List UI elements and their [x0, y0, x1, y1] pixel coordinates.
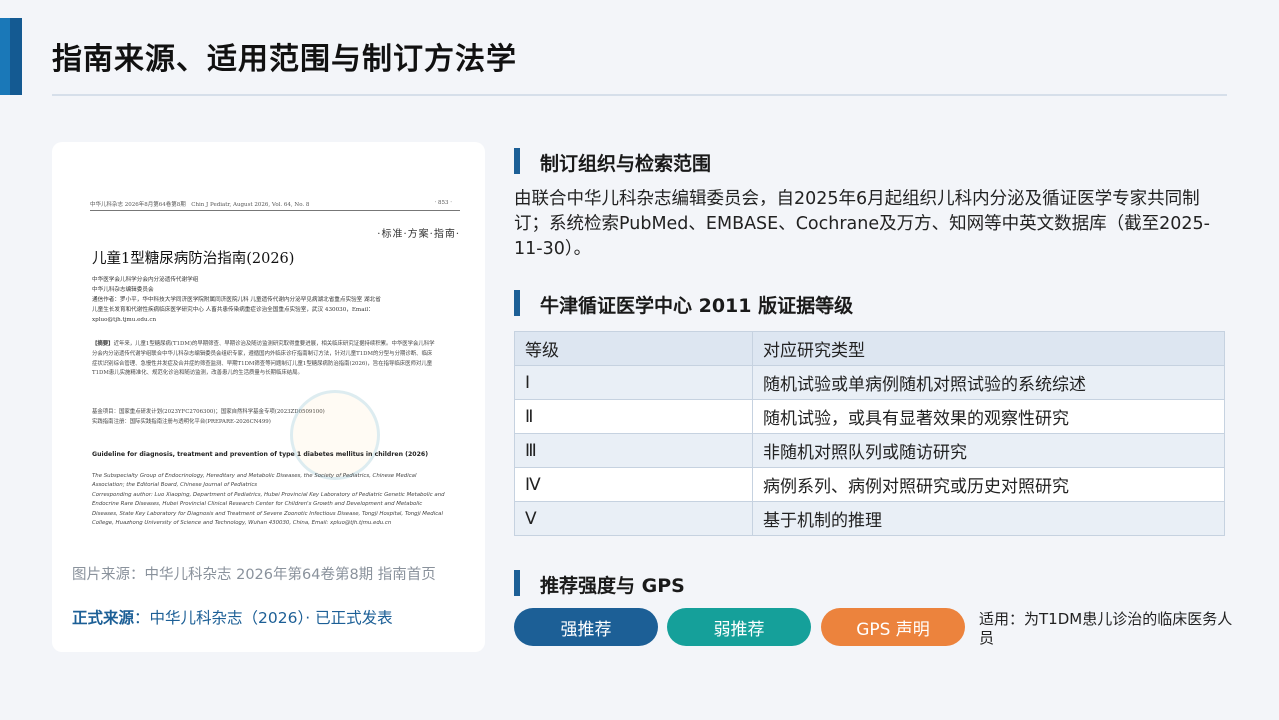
table-row: Ⅳ 病例系列、病例对照研究或历史对照研究: [514, 467, 1225, 502]
study-type-cell: 非随机对照队列或随访研究: [752, 433, 1225, 468]
strong-recommendation-pill: 强推荐: [514, 608, 658, 646]
table-row: Ⅲ 非随机对照队列或随访研究: [514, 433, 1225, 468]
applicable-users-text: 适用：为T1DM患儿诊治的临床医务人员: [979, 610, 1233, 647]
guideline-authors: 中华医学会儿科学分会内分泌遗传代谢学组 中华儿科杂志编辑委员会 通信作者：罗小平…: [92, 277, 381, 323]
section2-title: 牛津循证医学中心 2011 版证据等级: [540, 295, 854, 317]
journal-header-text: 中华儿科杂志 2026年8月第64卷第8期 Chin J Pediatr, Au…: [90, 202, 310, 208]
abstract-text: 近年来，儿童1型糖尿病(T1DM)的早期筛查、早期诊治及随访监测研究取得重要进展…: [92, 341, 435, 377]
title-accent-bar: [0, 18, 22, 95]
table-row: Ⅴ 基于机制的推理: [514, 501, 1225, 536]
level-cell: Ⅰ: [514, 365, 753, 400]
table-row: Ⅰ 随机试验或单病例随机对照试验的系统综述: [514, 365, 1225, 400]
gps-statement-pill: GPS 声明: [821, 608, 965, 646]
guideline-title: 儿童1型糖尿病防治指南(2026): [92, 251, 295, 267]
level-cell: Ⅳ: [514, 467, 753, 502]
level-cell: Ⅱ: [514, 399, 753, 434]
page-title: 指南来源、适用范围与制订方法学: [52, 42, 517, 77]
section3-accent-bar: [514, 570, 520, 596]
journal-header: 中华儿科杂志 2026年8月第64卷第8期 Chin J Pediatr, Au…: [90, 200, 460, 211]
article-category: ·标准·方案·指南·: [377, 229, 460, 240]
study-type-cell: 随机试验，或具有显著效果的观察性研究: [752, 399, 1225, 434]
guideline-funding: 基金项目：国家重点研发计划(2023YFC2706300)；国家自然科学基金专项…: [92, 409, 325, 425]
evidence-level-table: 等级 对应研究类型 Ⅰ 随机试验或单病例随机对照试验的系统综述 Ⅱ 随机试验，或…: [514, 331, 1225, 536]
guideline-abstract: 【摘要】近年来，儿童1型糖尿病(T1DM)的早期筛查、早期诊治及随访监测研究取得…: [92, 340, 437, 379]
study-type-cell: 基于机制的推理: [752, 501, 1225, 536]
title-divider: [52, 94, 1227, 96]
formal-source-label: 正式来源: [72, 609, 135, 627]
formal-source-caption: 正式来源：中华儿科杂志（2026）· 已正式发表: [72, 606, 393, 628]
source-card: 中华儿科杂志 2026年8月第64卷第8期 Chin J Pediatr, Au…: [52, 142, 485, 652]
header-study-type: 对应研究类型: [752, 331, 1225, 366]
formal-source-text: ：中华儿科杂志（2026）· 已正式发表: [134, 609, 393, 627]
section1-text: 由联合中华儿科杂志编辑委员会，自2025年6月起组织儿科内分泌及循证医学专家共同…: [514, 189, 1210, 259]
header-level: 等级: [514, 331, 753, 366]
study-type-cell: 病例系列、病例对照研究或历史对照研究: [752, 467, 1225, 502]
guideline-first-page-image: 中华儿科杂志 2026年8月第64卷第8期 Chin J Pediatr, Au…: [90, 200, 460, 600]
section1-accent-bar: [514, 148, 520, 174]
abstract-label: 【摘要】: [92, 341, 114, 347]
english-authors: The Subspecialty Group of Endocrinology,…: [92, 473, 445, 527]
section2-accent-bar: [514, 290, 520, 316]
table-header-row: 等级 对应研究类型: [514, 331, 1225, 366]
level-cell: Ⅴ: [514, 501, 753, 536]
journal-seal-watermark: [290, 390, 380, 480]
section3-title: 推荐强度与 GPS: [540, 575, 685, 597]
study-type-cell: 随机试验或单病例随机对照试验的系统综述: [752, 365, 1225, 400]
weak-recommendation-pill: 弱推荐: [667, 608, 811, 646]
image-source-caption: 图片来源：中华儿科杂志 2026年第64卷第8期 指南首页: [72, 567, 436, 583]
english-title: Guideline for diagnosis, treatment and p…: [92, 451, 429, 458]
table-row: Ⅱ 随机试验，或具有显著效果的观察性研究: [514, 399, 1225, 434]
level-cell: Ⅲ: [514, 433, 753, 468]
section1-title: 制订组织与检索范围: [540, 153, 712, 175]
page-number: · 853 ·: [434, 200, 453, 206]
